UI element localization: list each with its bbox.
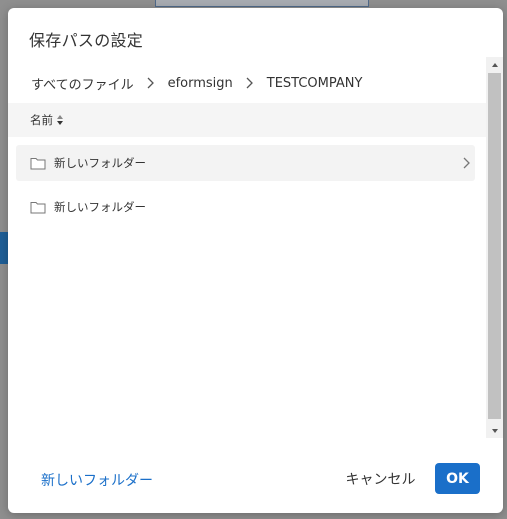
- breadcrumb-item-testcompany[interactable]: TESTCOMPANY: [267, 76, 363, 91]
- column-header-label: 名前: [30, 113, 53, 127]
- folder-list: 名前 新しいフォルダー 新しいフォルダー: [8, 103, 486, 440]
- breadcrumb: すべてのファイル eformsign TESTCOMPANY: [31, 73, 362, 93]
- scroll-up-arrow-icon[interactable]: [486, 57, 503, 72]
- save-path-dialog: 保存パスの設定 すべてのファイル eformsign TESTCOMPANY 名…: [8, 8, 503, 513]
- breadcrumb-item-all-files[interactable]: すべてのファイル: [31, 74, 134, 93]
- breadcrumb-item-eformsign[interactable]: eformsign: [168, 76, 233, 91]
- chevron-right-icon[interactable]: [461, 156, 471, 170]
- list-item-label: 新しいフォルダー: [54, 156, 146, 170]
- folder-icon: [30, 202, 46, 214]
- sort-icon[interactable]: [56, 114, 64, 126]
- list-item[interactable]: 新しいフォルダー: [16, 145, 475, 181]
- list-item[interactable]: 新しいフォルダー: [16, 189, 475, 225]
- vertical-scrollbar[interactable]: [486, 57, 503, 438]
- folder-icon: [30, 158, 46, 170]
- scrollbar-thumb[interactable]: [488, 73, 501, 419]
- background-element: [0, 232, 8, 264]
- chevron-right-icon: [147, 77, 154, 89]
- new-folder-button[interactable]: 新しいフォルダー: [41, 470, 153, 490]
- cancel-button[interactable]: キャンセル: [338, 463, 423, 495]
- column-header-name[interactable]: 名前: [8, 103, 486, 137]
- ok-button[interactable]: OK: [435, 463, 480, 494]
- list-item-label: 新しいフォルダー: [54, 200, 146, 214]
- dialog-title: 保存パスの設定: [29, 31, 144, 50]
- background-element: [155, 0, 369, 7]
- chevron-right-icon: [246, 77, 253, 89]
- scroll-down-arrow-icon[interactable]: [486, 423, 503, 438]
